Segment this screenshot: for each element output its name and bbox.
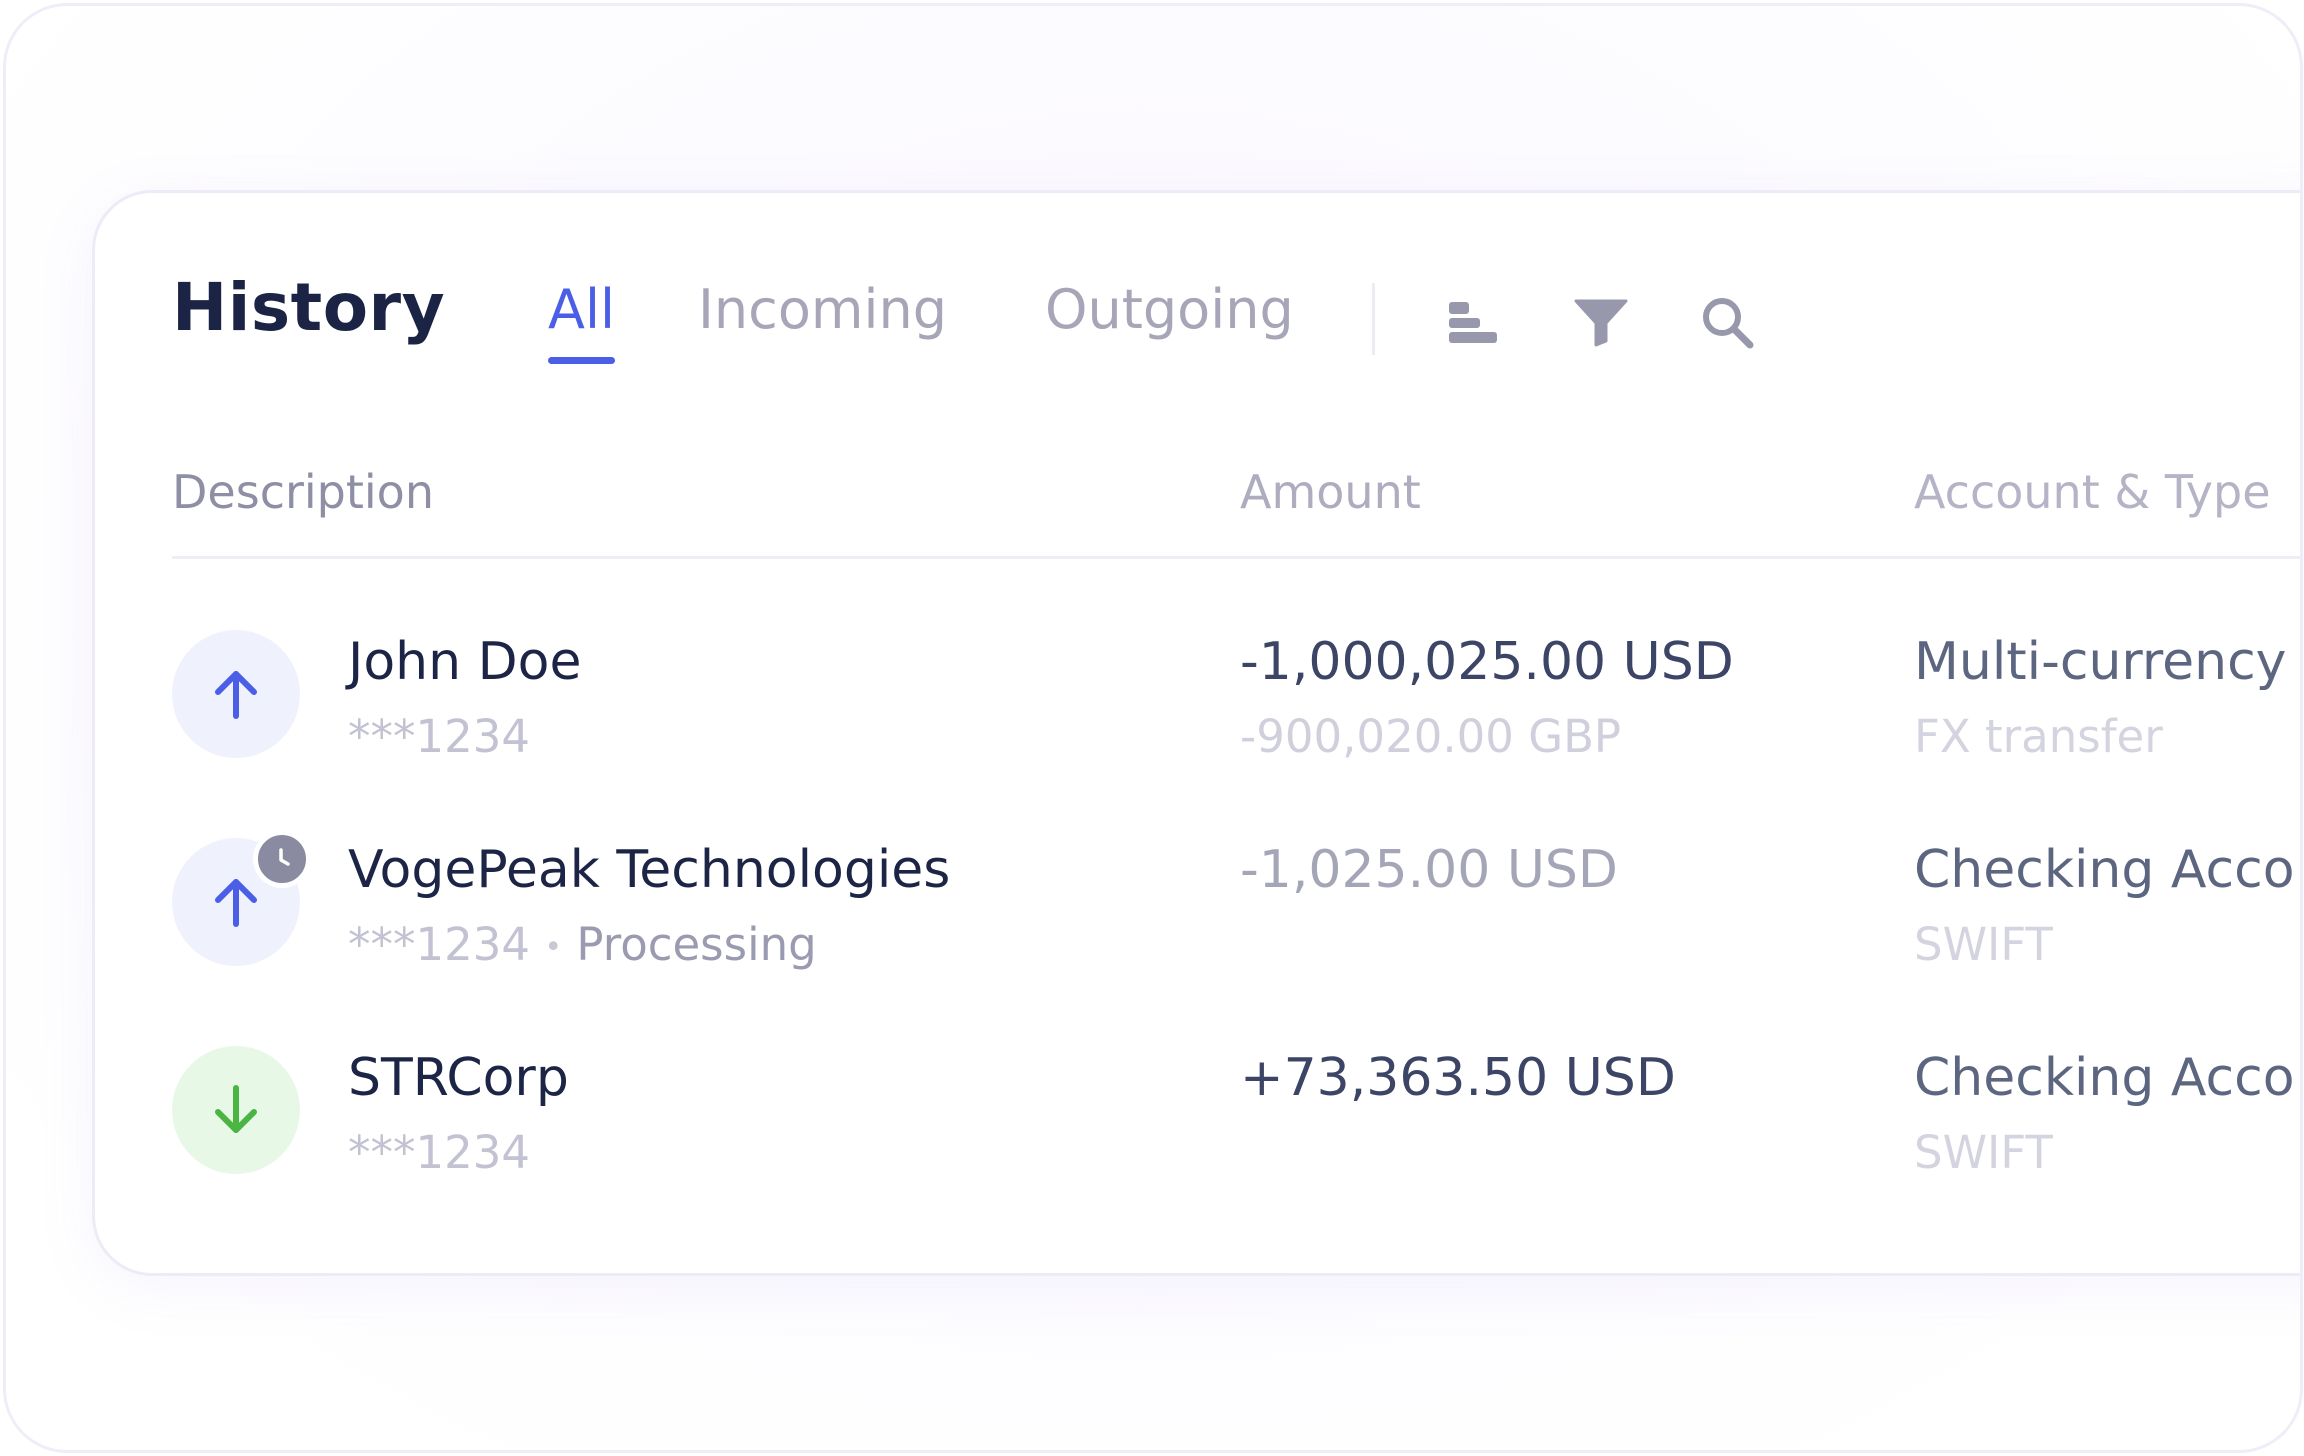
row-account: Checking Acco: [1914, 840, 2295, 900]
sort-icon[interactable]: [1445, 293, 1503, 351]
row-amount: -1,025.00 USD: [1240, 840, 1618, 900]
row-account: Multi-currency: [1914, 632, 2287, 692]
row-account-mask: ***1234: [348, 918, 531, 971]
row-type: FX transfer: [1914, 710, 2163, 763]
row-amount: +73,363.50 USD: [1240, 1048, 1676, 1108]
outer-frame: History All Incoming Outgoing Descriptio: [3, 3, 2303, 1453]
row-subline: ***1234 • Processing: [348, 922, 817, 967]
row-name[interactable]: STRCorp: [348, 1052, 569, 1104]
toolbar-divider: [1372, 283, 1375, 355]
transaction-direction-avatar: [172, 1046, 300, 1174]
pending-badge: [253, 830, 311, 888]
filter-icon[interactable]: [1572, 293, 1630, 351]
arrow-up-icon: [215, 671, 257, 719]
transaction-direction-avatar: [172, 630, 300, 758]
tab-outgoing[interactable]: Outgoing: [1045, 283, 1294, 337]
active-tab-indicator: [548, 357, 615, 364]
status-separator: •: [544, 930, 563, 965]
row-amount: -1,000,025.00 USD: [1240, 632, 1734, 692]
row-account: Checking Acco: [1914, 1048, 2295, 1108]
history-card: History All Incoming Outgoing Descriptio: [92, 190, 2300, 1276]
transaction-direction-avatar: [172, 830, 311, 966]
tab-incoming[interactable]: Incoming: [698, 283, 947, 337]
row-amount-secondary: -900,020.00 GBP: [1240, 710, 1622, 763]
arrow-up-icon: [215, 879, 257, 927]
row-name[interactable]: John Doe: [348, 636, 581, 688]
tab-all[interactable]: All: [548, 283, 615, 337]
header-divider: [172, 556, 2300, 559]
row-type: SWIFT: [1914, 918, 2053, 971]
row-status: Processing: [576, 918, 817, 971]
column-header-account-type[interactable]: Account & Type: [1914, 469, 2271, 515]
arrow-down-icon: [215, 1085, 257, 1133]
column-header-description[interactable]: Description: [172, 469, 434, 515]
row-name[interactable]: VogePeak Technologies: [348, 844, 950, 896]
page-title: History: [172, 269, 446, 346]
row-account-mask: ***1234: [348, 710, 531, 763]
row-type: SWIFT: [1914, 1126, 2053, 1179]
column-header-amount[interactable]: Amount: [1240, 469, 1421, 515]
row-account-mask: ***1234: [348, 1126, 531, 1179]
search-icon[interactable]: [1698, 293, 1756, 351]
clock-icon: [279, 848, 290, 866]
